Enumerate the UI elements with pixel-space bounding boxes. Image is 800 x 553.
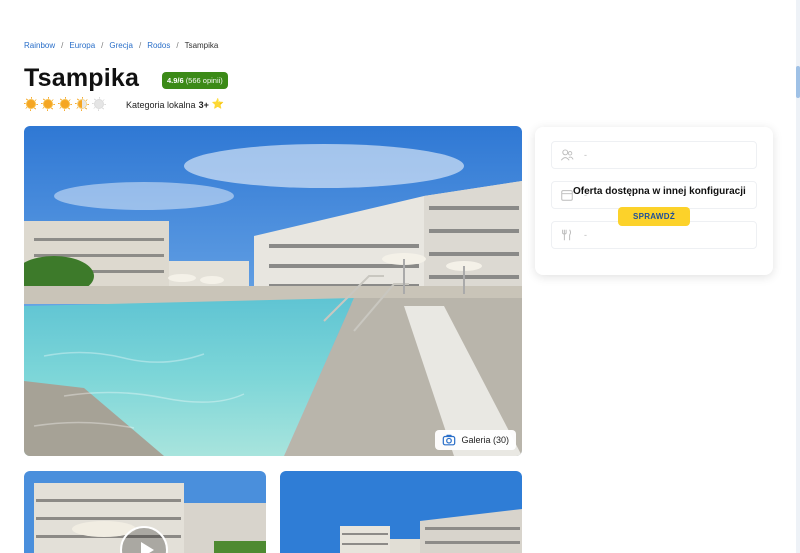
board-value: - [584,230,587,240]
gallery-button[interactable]: Galeria (30) [435,430,516,450]
sun-rating [24,97,106,111]
category-label: Kategoria lokalna [126,99,196,110]
availability-message: Oferta dostępna w innej konfiguracji [573,186,746,197]
main-hotel-photo[interactable]: Galeria (30) [24,126,522,456]
sun-icon [58,97,72,111]
breadcrumb-current: Tsampika [184,41,219,50]
hotel-photo-illustration [280,471,522,553]
breadcrumb-separator: / [101,41,104,50]
calendar-icon [561,190,573,201]
empty-sun-icon [92,97,106,111]
breadcrumb-link-grecja[interactable]: Grecja [109,41,133,50]
breadcrumb-separator: / [138,41,142,50]
breadcrumb-link-rodos[interactable]: Rodos [147,41,170,50]
page-scrollbar[interactable] [796,0,800,553]
check-button[interactable]: SPRAWDŹ [618,207,690,226]
pool-photo-illustration [24,126,522,456]
people-icon [560,149,574,161]
breadcrumb-link-rainbow[interactable]: Rainbow [24,41,55,50]
breadcrumb: Rainbow / Europa / Grecja / Rodos / Tsam… [24,41,218,50]
breadcrumb-link-europa[interactable]: Europa [69,41,95,50]
category-value: 3+ [198,99,209,110]
video-thumbnail[interactable] [24,471,266,553]
rating-count: (566 opinii) [185,76,223,85]
rating-badge[interactable]: 4.9/6 (566 opinii) [162,72,228,89]
scrollbar-thumb[interactable] [796,66,800,98]
photo-thumbnail[interactable] [280,471,522,553]
cutlery-icon [562,229,571,241]
sun-icon [41,97,55,111]
sun-icon [24,97,38,111]
breadcrumb-separator: / [61,41,64,50]
breadcrumb-separator: / [176,41,179,50]
local-category: Kategoria lokalna 3+ ⭐ [126,99,224,110]
gallery-label: Galeria (30) [461,435,509,445]
half-sun-icon [75,97,89,111]
participants-field[interactable]: - [551,141,757,169]
star-icon: ⭐ [211,99,225,110]
booking-panel: - - - Oferta dostępna w innej konfigurac… [535,127,773,275]
participants-value: - [584,150,587,160]
camera-icon [443,434,456,446]
hotel-title: Tsampika [24,64,140,92]
rating-score: 4.9/6 [167,76,184,85]
